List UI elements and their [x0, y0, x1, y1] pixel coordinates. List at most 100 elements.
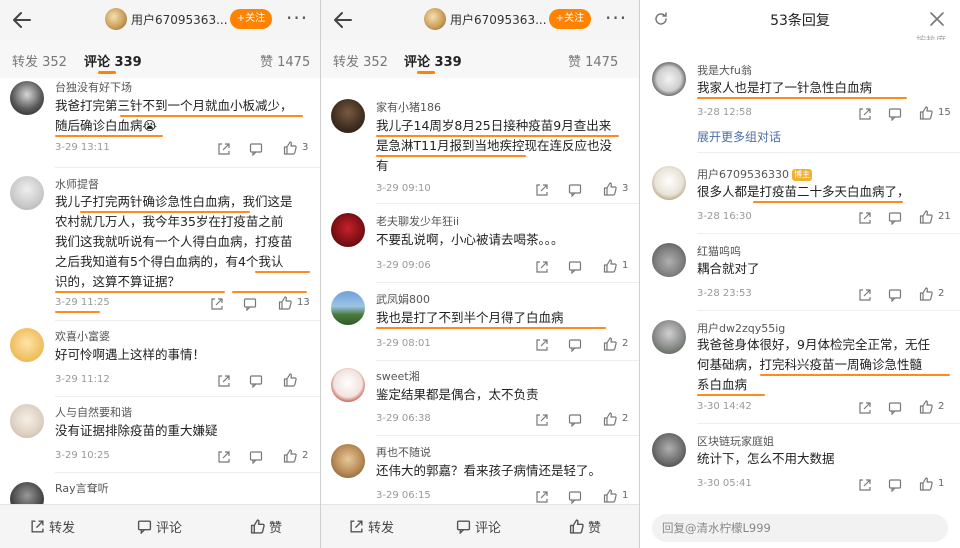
- follow-button[interactable]: +关注: [230, 9, 272, 29]
- replier-name[interactable]: 用户6709536330 博主: [697, 166, 812, 182]
- share-icon[interactable]: [535, 412, 549, 426]
- share-icon[interactable]: [858, 106, 872, 120]
- like-button[interactable]: 赞: [569, 517, 601, 536]
- comment-icon[interactable]: [888, 400, 902, 416]
- like-icon[interactable]: [919, 209, 933, 224]
- commenter-avatar[interactable]: [331, 213, 365, 247]
- commenter-name[interactable]: 再也不随说: [376, 444, 431, 460]
- commenter-avatar[interactable]: [10, 328, 44, 362]
- commenter-name[interactable]: Ray言耷听: [55, 480, 109, 496]
- share-icon[interactable]: [210, 296, 224, 310]
- replier-name[interactable]: 区块链玩家庭姐: [697, 433, 774, 449]
- like-icon[interactable]: [283, 448, 297, 463]
- comment-icon[interactable]: [888, 106, 902, 122]
- replier-avatar[interactable]: [652, 62, 686, 96]
- comment-icon[interactable]: [243, 296, 257, 312]
- share-icon[interactable]: [217, 373, 231, 387]
- reply-line: 我爸爸身体很好，9月体检完全正常，无任: [697, 337, 930, 352]
- tab-comment[interactable]: 评论 339: [84, 51, 142, 70]
- replier-avatar[interactable]: [652, 166, 686, 200]
- back-arrow-icon[interactable]: [329, 6, 357, 34]
- like-icon[interactable]: [603, 336, 617, 351]
- like-icon[interactable]: [919, 399, 933, 414]
- share-icon[interactable]: [217, 449, 231, 463]
- commenter-avatar[interactable]: [331, 444, 365, 478]
- repost-button[interactable]: 转发: [30, 517, 75, 536]
- follow-button[interactable]: +关注: [549, 9, 591, 29]
- share-icon[interactable]: [858, 400, 872, 414]
- commenter-name[interactable]: 人与自然要和谐: [55, 404, 132, 420]
- comment-button[interactable]: 评论: [456, 517, 501, 536]
- author-avatar[interactable]: [424, 8, 446, 30]
- comment-icon[interactable]: [568, 489, 582, 505]
- share-icon[interactable]: [858, 477, 872, 491]
- replier-avatar[interactable]: [652, 243, 686, 277]
- like-label: 赞: [588, 521, 602, 536]
- like-icon[interactable]: [603, 181, 617, 196]
- like-icon[interactable]: [919, 286, 933, 301]
- tab-comment[interactable]: 评论 339: [404, 51, 462, 70]
- like-icon[interactable]: [283, 372, 297, 387]
- commenter-name[interactable]: 台独没有好下场: [55, 79, 132, 95]
- commenter-name[interactable]: 老夫聊发少年狂ii: [376, 213, 459, 229]
- commenter-avatar[interactable]: [10, 404, 44, 438]
- comment-icon[interactable]: [249, 141, 263, 157]
- replier-name[interactable]: 红猫呜呜: [697, 243, 741, 259]
- commenter-avatar[interactable]: [10, 176, 44, 210]
- like-icon[interactable]: [283, 140, 297, 155]
- author-name[interactable]: 用户67095363...: [131, 11, 228, 28]
- comment-icon[interactable]: [888, 287, 902, 303]
- more-options-icon[interactable]: ···: [286, 8, 308, 28]
- commenter-avatar[interactable]: [331, 291, 365, 325]
- like-button[interactable]: 赞: [250, 517, 282, 536]
- share-icon[interactable]: [535, 182, 549, 196]
- comment-icon[interactable]: [888, 210, 902, 226]
- share-icon[interactable]: [217, 141, 231, 155]
- more-options-icon[interactable]: ···: [605, 8, 627, 28]
- author-name[interactable]: 用户67095363...: [450, 11, 547, 28]
- comment-icon[interactable]: [568, 337, 582, 353]
- comment-icon[interactable]: [568, 412, 582, 428]
- commenter-avatar[interactable]: [331, 99, 365, 133]
- expand-more-threads-link[interactable]: 展开更多组对话: [697, 128, 781, 145]
- repost-button[interactable]: 转发: [349, 517, 394, 536]
- commenter-avatar[interactable]: [331, 368, 365, 402]
- commenter-avatar[interactable]: [10, 81, 44, 115]
- comment-icon[interactable]: [249, 449, 263, 465]
- comment-icon[interactable]: [568, 182, 582, 198]
- commenter-name[interactable]: 欢喜小富婆: [55, 328, 110, 344]
- share-icon[interactable]: [535, 489, 549, 503]
- close-icon[interactable]: [928, 10, 946, 28]
- reply-input[interactable]: 回复@清水柠檬L999: [652, 514, 948, 542]
- tab-like[interactable]: 赞 1475: [568, 51, 618, 70]
- share-icon[interactable]: [535, 337, 549, 351]
- tab-repost[interactable]: 转发 352: [333, 51, 388, 70]
- commenter-name[interactable]: 家有小猪186: [376, 99, 441, 115]
- commenter-name[interactable]: sweet湘: [376, 368, 420, 384]
- like-icon[interactable]: [603, 488, 617, 503]
- like-icon[interactable]: [919, 476, 933, 491]
- commenter-name[interactable]: 武凤娟800: [376, 291, 430, 307]
- share-icon[interactable]: [858, 287, 872, 301]
- sort-label[interactable]: 按热度: [916, 32, 946, 40]
- tab-repost[interactable]: 转发 352: [12, 51, 67, 70]
- replier-name[interactable]: 我是大fu翁: [697, 62, 752, 78]
- comment-icon[interactable]: [249, 373, 263, 389]
- share-icon[interactable]: [535, 259, 549, 273]
- like-icon[interactable]: [603, 258, 617, 273]
- replier-avatar[interactable]: [652, 433, 686, 467]
- author-avatar[interactable]: [105, 8, 127, 30]
- comment-button[interactable]: 评论: [137, 517, 182, 536]
- comment-icon[interactable]: [568, 259, 582, 275]
- comment-time: 3-29 06:38: [376, 413, 431, 424]
- share-icon[interactable]: [858, 210, 872, 224]
- like-icon[interactable]: [919, 105, 933, 120]
- back-arrow-icon[interactable]: [8, 6, 36, 34]
- tab-like[interactable]: 赞 1475: [260, 51, 310, 70]
- like-icon[interactable]: [278, 295, 292, 310]
- replier-avatar[interactable]: [652, 320, 686, 354]
- replier-name[interactable]: 用户dw2zqy55ig: [697, 320, 785, 336]
- like-icon[interactable]: [603, 411, 617, 426]
- commenter-name[interactable]: 水师提督: [55, 176, 99, 192]
- comment-icon[interactable]: [888, 477, 902, 493]
